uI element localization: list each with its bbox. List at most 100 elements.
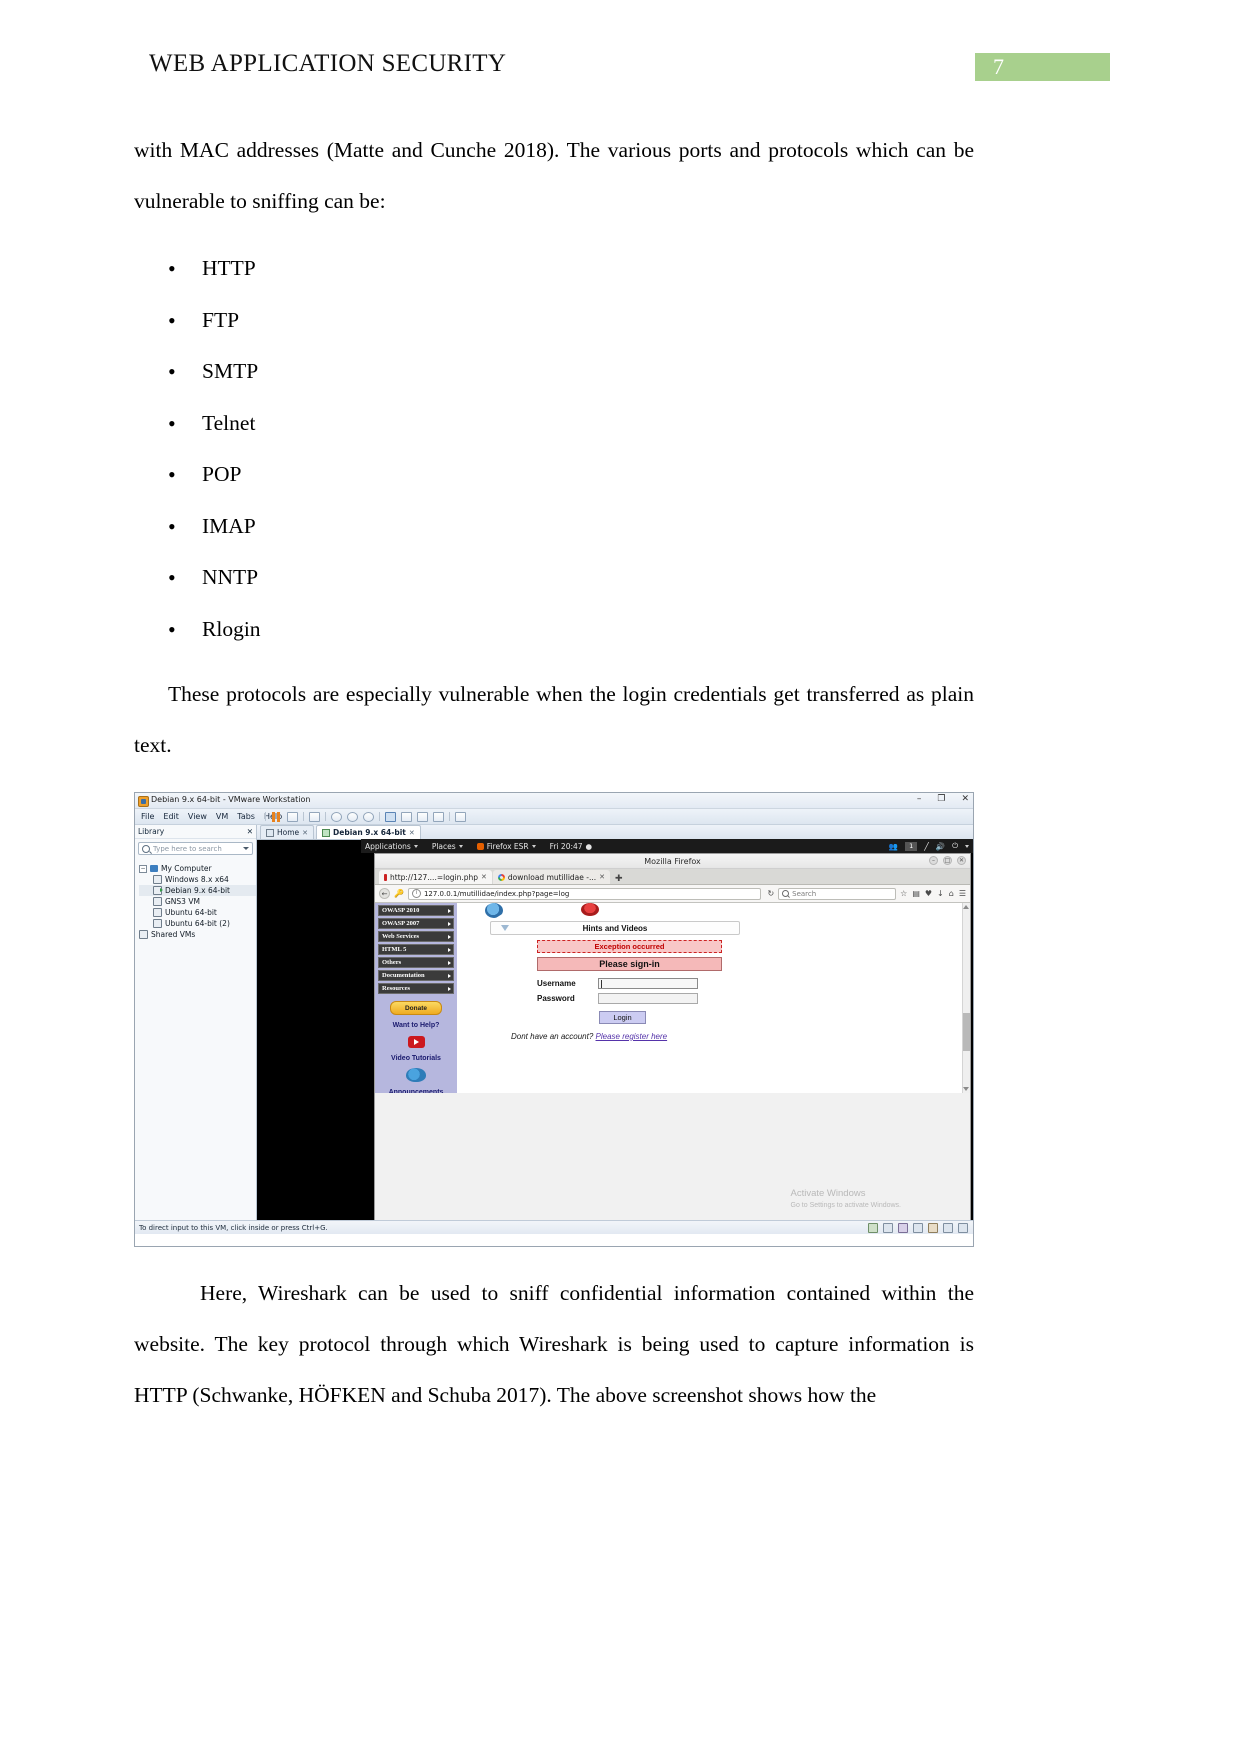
tree-item-debian[interactable]: Debian 9.x 64-bit: [139, 885, 256, 896]
usb-icon[interactable]: [913, 1223, 923, 1233]
sidebar-item-resources[interactable]: Resources: [378, 983, 454, 994]
taskbar-firefox[interactable]: Firefox ESR: [476, 842, 536, 851]
close-icon[interactable]: ✕: [302, 829, 308, 837]
close-icon[interactable]: ✕: [599, 873, 605, 881]
tree-item-my-computer[interactable]: − My Computer: [139, 863, 256, 874]
unity-mode-icon[interactable]: [433, 811, 444, 822]
scroll-down-icon[interactable]: [963, 1087, 969, 1091]
cd-drive-icon[interactable]: [883, 1223, 893, 1233]
snapshot-icon[interactable]: [331, 811, 342, 822]
site-info-icon[interactable]: i: [411, 889, 421, 898]
chevron-down-icon[interactable]: [243, 847, 249, 850]
browser-tab-login[interactable]: http://127....=login.php ✕: [379, 870, 492, 884]
power-icon[interactable]: ⏻: [952, 841, 958, 851]
revert-snapshot-icon[interactable]: [347, 811, 358, 822]
users-icon[interactable]: 👥: [889, 842, 898, 851]
password-label: Password: [537, 994, 575, 1003]
brightness-icon[interactable]: ╱: [924, 842, 929, 851]
search-icon: [782, 890, 790, 897]
collapse-icon[interactable]: −: [139, 864, 147, 873]
pause-icon[interactable]: [271, 811, 282, 822]
menu-edit[interactable]: Edit: [163, 812, 179, 821]
register-link[interactable]: Please register here: [596, 1032, 668, 1041]
tree-item-windows8[interactable]: Windows 8.x x64: [139, 874, 256, 885]
library-header: Library ✕: [135, 825, 256, 839]
new-tab-button[interactable]: ✚: [611, 874, 627, 884]
browser-tab-download[interactable]: download mutillidae -... ✕: [492, 870, 610, 884]
sidebar-item-owasp-2007[interactable]: OWASP 2007: [378, 918, 454, 929]
hamburger-menu-icon[interactable]: ☰: [959, 889, 966, 898]
password-input[interactable]: [598, 993, 698, 1004]
network-icon[interactable]: [309, 811, 320, 822]
panel-clock[interactable]: Fri 20:47 ●: [550, 842, 592, 851]
sound-card-icon[interactable]: [928, 1223, 938, 1233]
bookmark-star-icon[interactable]: ☆: [900, 889, 907, 898]
hard-disk-icon[interactable]: [868, 1223, 878, 1233]
home-icon[interactable]: ⌂: [949, 889, 954, 898]
printer-icon[interactable]: [943, 1223, 953, 1233]
tree-item-shared-vms[interactable]: Shared VMs: [139, 929, 256, 940]
menu-places[interactable]: Places: [432, 842, 463, 851]
sidebar-item-web-services[interactable]: Web Services: [378, 931, 454, 942]
show-thumbnail-bar-icon[interactable]: [401, 811, 412, 822]
sidebar-item-documentation[interactable]: Documentation: [378, 970, 454, 981]
reload-icon[interactable]: ↻: [765, 889, 774, 898]
scroll-up-icon[interactable]: [963, 905, 969, 909]
video-tutorials-label[interactable]: Video Tutorials: [378, 1055, 454, 1062]
announcements-label[interactable]: Announcements: [378, 1089, 454, 1093]
sidebar-icon[interactable]: ▤: [912, 889, 920, 898]
library-search-box[interactable]: Type here to search: [138, 842, 253, 855]
twitter-bird-icon[interactable]: [406, 1068, 426, 1082]
snapshot-manager-icon[interactable]: [363, 811, 374, 822]
address-bar[interactable]: i 127.0.0.1/mutillidae/index.php?page=lo…: [407, 887, 762, 900]
youtube-icon[interactable]: [407, 1036, 425, 1048]
scrollbar-thumb[interactable]: [963, 1013, 970, 1051]
page-scrollbar[interactable]: [962, 903, 970, 1093]
back-button[interactable]: ←: [379, 888, 390, 899]
menu-tabs[interactable]: Tabs: [237, 812, 255, 821]
downloads-icon[interactable]: ↓: [937, 889, 944, 898]
console-view-icon[interactable]: [455, 811, 466, 822]
menu-vm[interactable]: VM: [216, 812, 228, 821]
chevron-down-icon[interactable]: [287, 811, 298, 822]
library-close-icon[interactable]: ✕: [247, 827, 253, 836]
sidebar-item-others[interactable]: Others: [378, 957, 454, 968]
login-button[interactable]: Login: [599, 1011, 646, 1024]
minimize-button[interactable]: –: [929, 856, 938, 865]
display-icon[interactable]: [958, 1223, 968, 1233]
browser-tab-label: download mutillidae -...: [507, 872, 597, 882]
network-adapter-icon[interactable]: [898, 1223, 908, 1233]
tree-item-ubuntu-2[interactable]: Ubuntu 64-bit (2): [139, 918, 256, 929]
menu-file[interactable]: File: [141, 812, 154, 821]
hints-and-videos-bar[interactable]: Hints and Videos: [490, 921, 740, 935]
username-input[interactable]: [598, 978, 698, 989]
fullscreen-icon[interactable]: [417, 811, 428, 822]
chevron-down-icon[interactable]: [965, 844, 969, 848]
show-library-icon[interactable]: [385, 811, 396, 822]
reset-button-icon[interactable]: [581, 903, 599, 916]
tree-item-ubuntu[interactable]: Ubuntu 64-bit: [139, 907, 256, 918]
menu-view[interactable]: View: [188, 812, 207, 821]
vm-tab-debian[interactable]: Debian 9.x 64-bit ✕: [316, 825, 421, 839]
donate-button[interactable]: Donate: [390, 1001, 442, 1015]
close-button[interactable]: ✕: [961, 794, 969, 804]
close-icon[interactable]: ✕: [481, 873, 487, 881]
search-bar[interactable]: Search: [778, 887, 897, 900]
tree-item-gns3[interactable]: GNS3 VM: [139, 896, 256, 907]
close-button[interactable]: ✕: [957, 856, 966, 865]
page-number: 7: [993, 54, 1004, 79]
sidebar-item-owasp-2010[interactable]: OWASP 2010: [378, 905, 454, 916]
tree-item-label: Shared VMs: [151, 930, 196, 939]
pocket-icon[interactable]: ♥: [925, 889, 932, 898]
minimize-button[interactable]: –: [917, 794, 922, 804]
maximize-button[interactable]: ❐: [937, 794, 945, 804]
sidebar-item-html5[interactable]: HTML 5: [378, 944, 454, 955]
volume-icon[interactable]: 🔊: [936, 842, 945, 851]
vm-icon: [153, 875, 162, 884]
maximize-button[interactable]: □: [943, 856, 952, 865]
workspace-indicator[interactable]: 1: [905, 841, 918, 851]
close-icon[interactable]: ✕: [409, 829, 415, 837]
menu-applications[interactable]: Applications: [365, 842, 418, 851]
want-to-help-label[interactable]: Want to Help?: [378, 1022, 454, 1029]
vm-tab-home[interactable]: Home ✕: [260, 825, 315, 839]
